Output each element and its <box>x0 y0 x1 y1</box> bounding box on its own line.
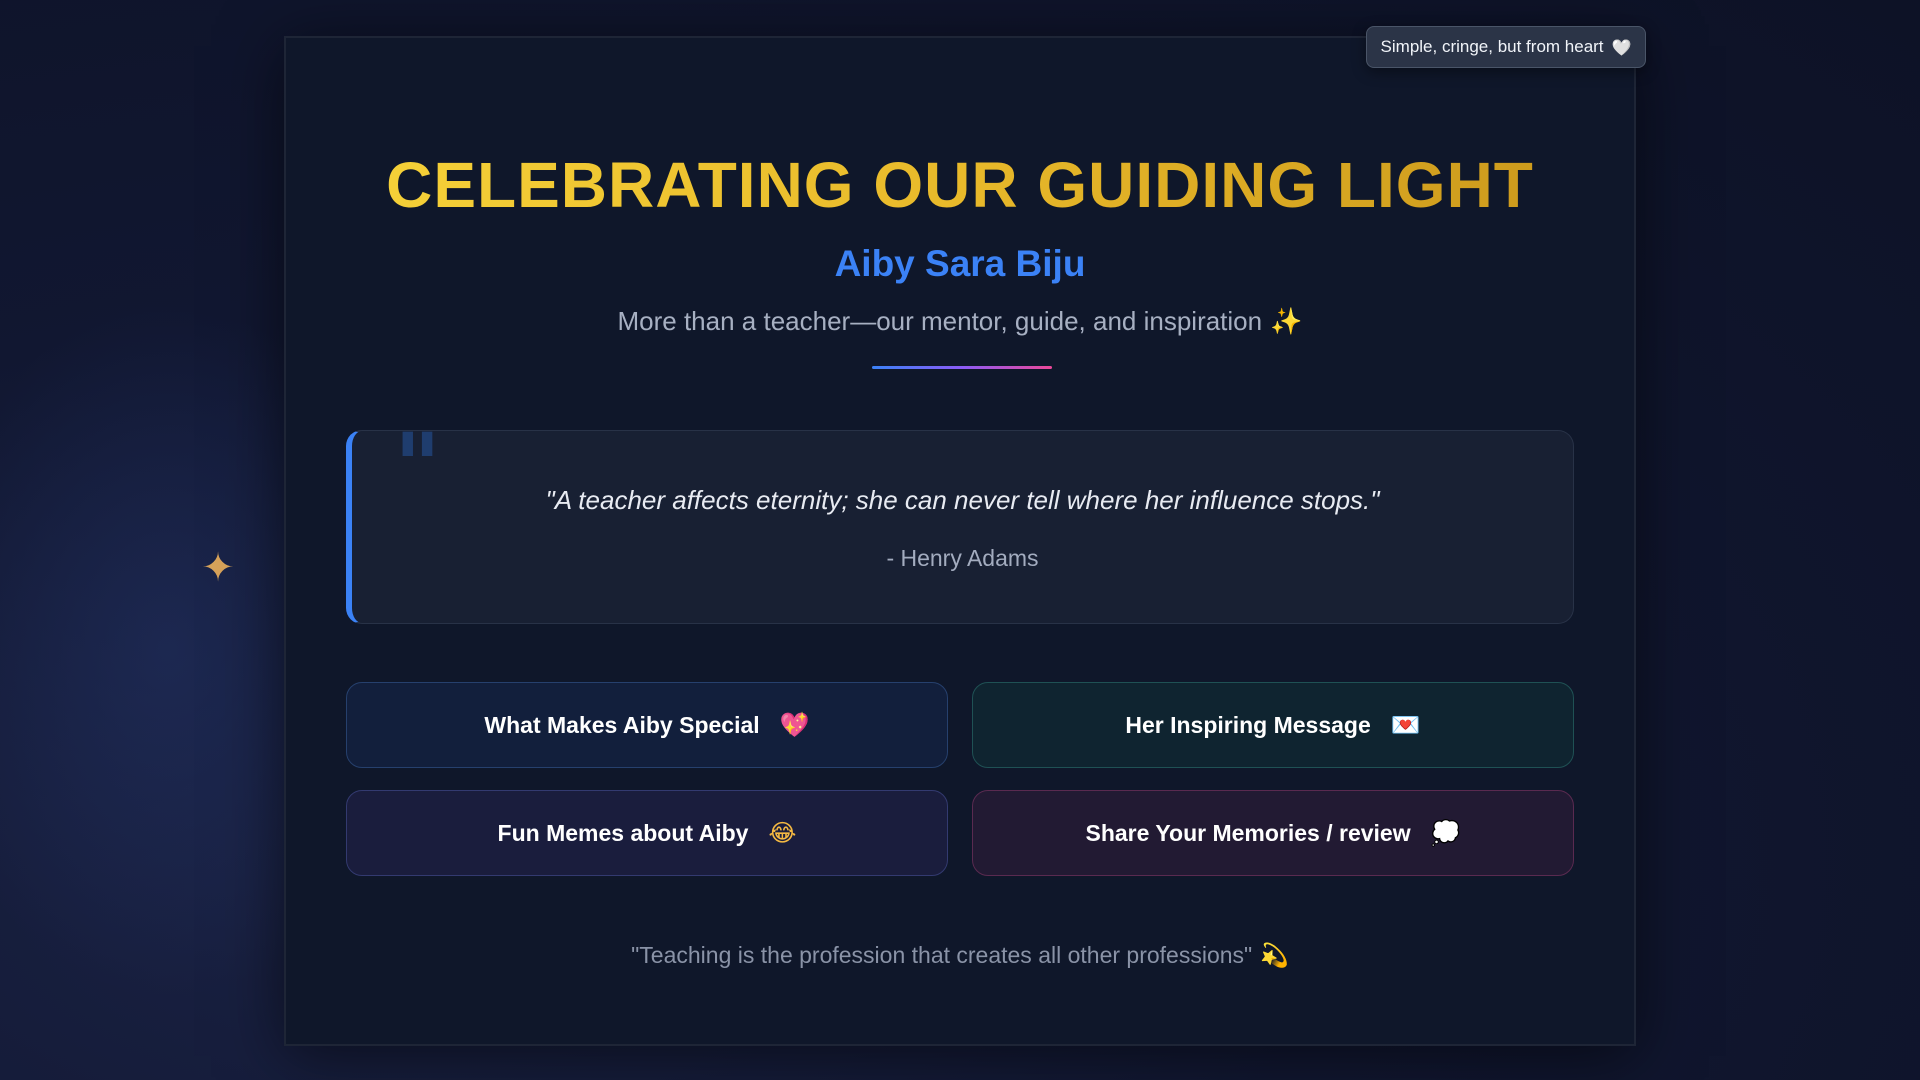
memes-button[interactable]: Fun Memes about Aiby 😂 <box>346 790 948 876</box>
page-title: CELEBRATING OUR GUIDING LIGHT <box>286 148 1634 222</box>
share-memories-button[interactable]: Share Your Memories / review 💭 <box>972 790 1574 876</box>
sparkles-icon: ✨ <box>1270 307 1303 337</box>
sparkling-heart-icon: 💖 <box>779 711 810 739</box>
footer-quote-text: "Teaching is the profession that creates… <box>631 942 1253 968</box>
message-button[interactable]: Her Inspiring Message 💌 <box>972 682 1574 768</box>
tagline-text: Simple, cringe, but from heart <box>1380 37 1604 56</box>
teacher-name: Aiby Sara Biju <box>834 243 1086 284</box>
sparkle-icon: ✦ <box>201 545 235 591</box>
quote-author: - Henry Adams <box>886 545 1039 571</box>
share-memories-label: Share Your Memories / review <box>1085 819 1411 846</box>
special-button[interactable]: What Makes Aiby Special 💖 <box>346 682 948 768</box>
quote-card: " "A teacher affects eternity; she can n… <box>346 421 1574 624</box>
love-letter-icon: 💌 <box>1390 711 1421 739</box>
thought-bubble-icon: 💭 <box>1430 819 1461 847</box>
laughing-face-icon: 😂 <box>768 819 797 847</box>
message-button-label: Her Inspiring Message <box>1125 711 1371 738</box>
quote-text: "A teacher affects eternity; she can nev… <box>545 485 1380 515</box>
divider <box>872 366 1052 369</box>
footer-quote: "Teaching is the profession that creates… <box>286 942 1634 969</box>
white-heart-icon: 🤍 <box>1611 37 1632 57</box>
subtitle-text: More than a teacher—our mentor, guide, a… <box>617 306 1263 336</box>
tagline-badge: Simple, cringe, but from heart 🤍 <box>1366 26 1646 68</box>
main-card: CELEBRATING OUR GUIDING LIGHT Aiby Sara … <box>284 36 1636 1046</box>
special-button-label: What Makes Aiby Special <box>484 711 760 738</box>
subtitle: More than a teacher—our mentor, guide, a… <box>286 306 1634 337</box>
dizzy-star-icon: 💫 <box>1260 943 1289 969</box>
memes-button-label: Fun Memes about Aiby <box>497 819 749 846</box>
